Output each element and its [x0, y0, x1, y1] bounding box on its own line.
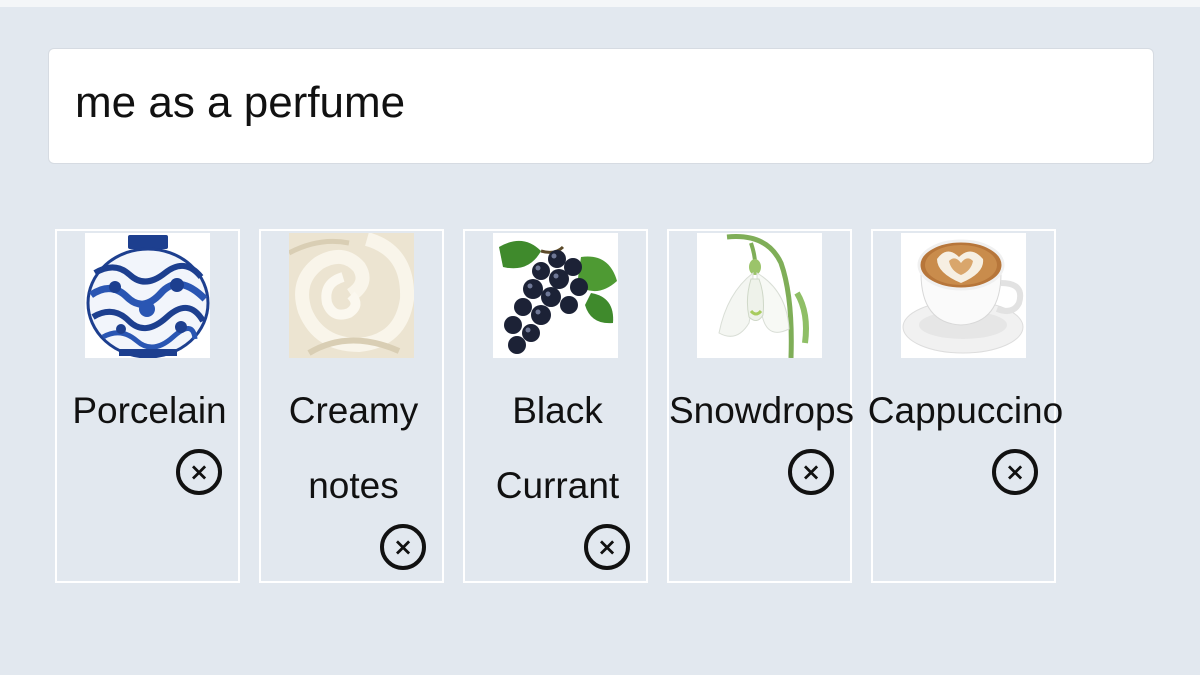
note-label: Creamy notes	[288, 390, 419, 506]
search-input-value: me as a perfume	[75, 78, 406, 127]
close-icon: ×	[392, 533, 414, 561]
close-icon: ×	[1004, 458, 1026, 486]
remove-note-button[interactable]: ×	[992, 449, 1038, 495]
top-bar	[0, 0, 1200, 7]
blackcurrant-berries-image	[493, 233, 618, 358]
porcelain-vase-image	[85, 233, 210, 358]
close-icon: ×	[596, 533, 618, 561]
snowdrop-flower-image	[697, 233, 822, 358]
remove-note-button[interactable]: ×	[176, 449, 222, 495]
remove-note-button[interactable]: ×	[380, 524, 426, 570]
note-card-snowdrops: Snowdrops ×	[667, 229, 854, 583]
close-icon: ×	[800, 458, 822, 486]
note-card-porcelain: Porcelain ×	[55, 229, 240, 583]
search-input[interactable]: me as a perfume	[48, 48, 1154, 164]
remove-note-button[interactable]: ×	[788, 449, 834, 495]
note-label: Cappuccino	[867, 390, 1064, 431]
note-label: Porcelain	[72, 390, 227, 431]
note-card-cappuccino: Cappuccino ×	[868, 229, 1063, 583]
note-card-creamy-notes: Creamy notes ×	[259, 229, 444, 583]
cappuccino-cup-image	[901, 233, 1026, 358]
note-card-black-currant: Black Currant ×	[463, 229, 648, 583]
note-label: Snowdrops	[668, 390, 855, 431]
close-icon: ×	[188, 458, 210, 486]
remove-note-button[interactable]: ×	[584, 524, 630, 570]
note-label: Black Currant	[495, 390, 620, 506]
cream-swirl-image	[289, 233, 414, 358]
